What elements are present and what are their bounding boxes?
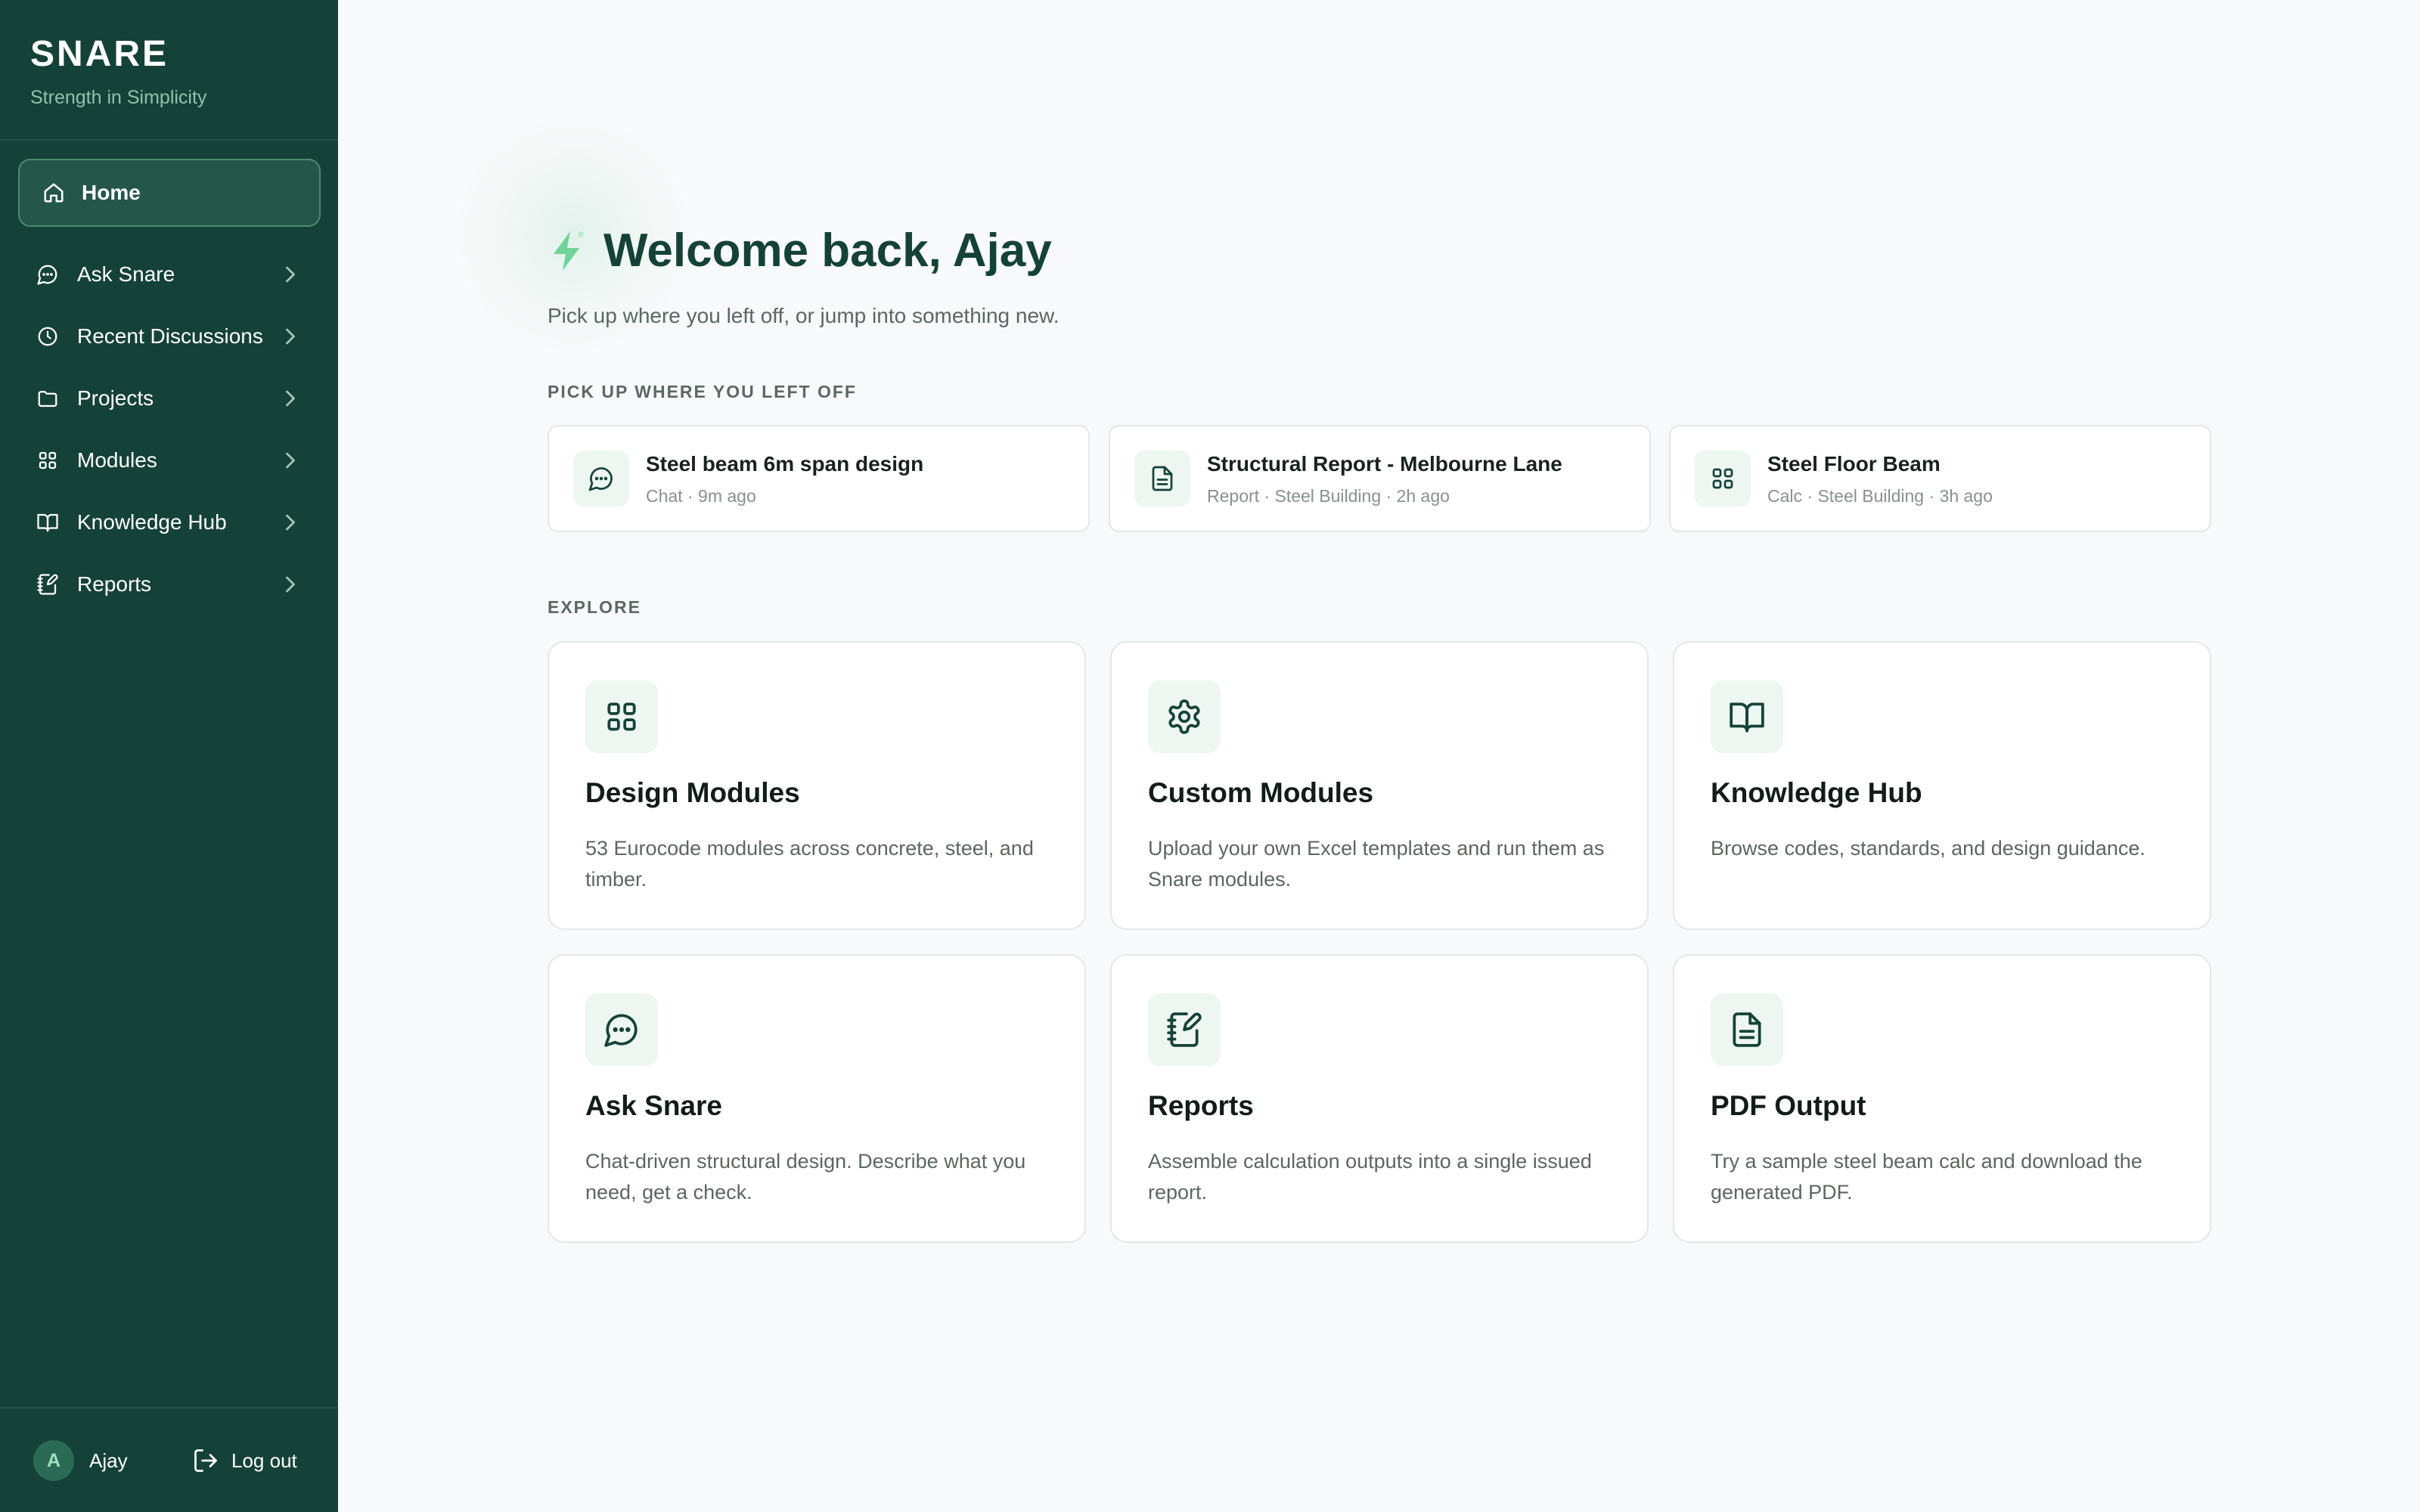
sidebar-item-knowledge-hub[interactable]: Knowledge Hub [18,496,321,549]
explore-card-custom-modules[interactable]: Custom Modules Upload your own Excel tem… [1110,641,1649,930]
folder-icon [36,387,59,410]
sidebar-item-label: Reports [77,572,152,596]
sidebar: SNARE Strength in Simplicity Home Ask Sn… [0,0,338,1512]
chat-icon [36,263,59,286]
avatar[interactable]: A [33,1440,74,1481]
sidebar-divider [0,139,338,141]
grid-icon [585,680,658,753]
explore-card-description: Upload your own Excel templates and run … [1148,837,1605,891]
sidebar-item-label: Recent Discussions [77,324,263,348]
section-label-recent: PICK UP WHERE YOU LEFT OFF [548,382,857,401]
sidebar-item-label: Knowledge Hub [77,510,227,534]
explore-card-title: Reports [1148,1090,1254,1121]
sidebar-item-recent-discussions[interactable]: Recent Discussions [18,310,321,363]
app-tagline: Strength in Simplicity [30,87,207,108]
home-icon [42,181,65,204]
brand: SNARE Strength in Simplicity [30,33,206,109]
sidebar-item-ask-snare[interactable]: Ask Snare [18,248,321,301]
book-icon [1711,680,1783,753]
logout-button[interactable]: Log out [192,1444,297,1477]
sidebar-item-label: Modules [77,448,157,472]
gear-icon [1148,680,1221,753]
sidebar-item-modules[interactable]: Modules [18,434,321,487]
sidebar-item-home[interactable]: Home [18,159,321,227]
explore-card-title: PDF Output [1711,1090,1866,1121]
recent-item-card[interactable]: Steel Floor Beam Calc · Steel Building ·… [1669,425,2211,532]
explore-card-description: 53 Eurocode modules across concrete, ste… [585,837,1034,891]
sidebar-item-label: Home [82,181,141,204]
chat-icon [573,451,629,507]
document-icon [1711,993,1783,1066]
explore-card-title: Ask Snare [585,1090,722,1121]
page-title: Welcome back, Ajay [603,225,1052,277]
recent-item-title: Steel beam 6m span design [646,452,924,476]
bolt-icon [548,228,587,274]
explore-card-description: Assemble calculation outputs into a sing… [1148,1150,1592,1204]
sidebar-footer-divider [0,1407,338,1408]
sidebar-item-label: Projects [77,386,154,410]
chevron-right-icon [277,571,321,598]
notebook-pen-icon [36,573,59,596]
welcome-header: Welcome back, Ajay [548,224,1052,278]
notebook-pen-icon [1148,993,1221,1066]
explore-card-ask-snare[interactable]: Ask Snare Chat-driven structural design.… [548,954,1086,1243]
recent-item-title: Steel Floor Beam [1767,452,1941,476]
explore-card-title: Design Modules [585,777,800,808]
logout-icon [192,1447,219,1474]
chevron-right-icon [277,509,321,536]
chat-icon [585,993,658,1066]
grid-icon [1695,451,1751,507]
sidebar-item-reports[interactable]: Reports [18,558,321,611]
explore-card-description: Browse codes, standards, and design guid… [1711,837,2145,860]
page-subtitle: Pick up where you left off, or jump into… [548,304,1060,327]
recent-item-meta: Chat · 9m ago [646,486,756,506]
chevron-right-icon [277,385,321,412]
sidebar-item-projects[interactable]: Projects [18,372,321,425]
explore-card-reports[interactable]: Reports Assemble calculation outputs int… [1110,954,1649,1243]
book-icon [36,511,59,534]
clock-icon [36,325,59,348]
grid-icon [36,449,59,472]
recent-item-card[interactable]: Structural Report - Melbourne Lane Repor… [1109,425,1651,532]
chevron-right-icon [277,261,321,288]
document-icon [1134,451,1190,507]
chevron-right-icon [277,447,321,474]
explore-card-pdf-output[interactable]: PDF Output Try a sample steel beam calc … [1673,954,2211,1243]
explore-card-title: Knowledge Hub [1711,777,1922,808]
recent-item-title: Structural Report - Melbourne Lane [1207,452,1562,476]
section-label-explore: EXPLORE [548,597,641,617]
explore-card-title: Custom Modules [1148,777,1374,808]
logout-label: Log out [231,1448,297,1472]
user-name: Ajay [89,1449,128,1472]
recent-item-meta: Calc · Steel Building · 3h ago [1767,486,1993,506]
explore-card-description: Try a sample steel beam calc and downloa… [1711,1150,2142,1204]
explore-card-description: Chat-driven structural design. Describe … [585,1150,1026,1204]
app-logo-text[interactable]: SNARE [30,33,206,76]
sidebar-item-label: Ask Snare [77,262,175,286]
recent-item-card[interactable]: Steel beam 6m span design Chat · 9m ago [548,425,1090,532]
explore-card-knowledge-hub[interactable]: Knowledge Hub Browse codes, standards, a… [1673,641,2211,930]
explore-card-design-modules[interactable]: Design Modules 53 Eurocode modules acros… [548,641,1086,930]
chevron-right-icon [277,323,321,350]
recent-item-meta: Report · Steel Building · 2h ago [1207,486,1450,506]
